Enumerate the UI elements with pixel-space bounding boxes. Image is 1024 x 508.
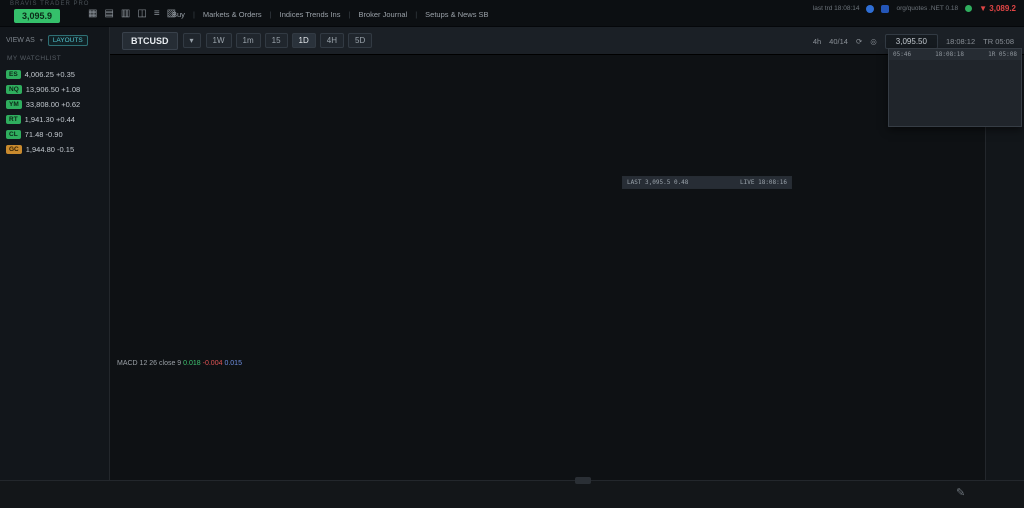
watchlist-item-label: 1,941.30 +0.44: [25, 115, 75, 124]
left-sidebar: VIEW AS ▾ LAYOUTS MY WATCHLIST ES 4,006.2…: [0, 27, 110, 508]
brand-label: BRAVIS TRADER PRO: [10, 1, 89, 7]
menu-item[interactable]: Setups & News SB: [425, 10, 488, 19]
symbol-badge: CL: [6, 130, 21, 139]
watchlist-item-label: 1,944.80 -0.15: [26, 145, 74, 154]
chart-toolbar: BTCUSD ▾ 1W 1m 15 1D 4H 5D 4h 40/14 ⟳ ◎ 3,095…: [110, 27, 1024, 55]
watchlist-item-label: 33,808.00 +0.62: [26, 100, 80, 109]
timeframe-button[interactable]: 15: [265, 33, 288, 48]
symbol-badge: NQ: [6, 85, 22, 94]
account-icon[interactable]: [881, 5, 889, 13]
symbol-badge: RT: [6, 115, 21, 124]
view-as-row: VIEW AS ▾ LAYOUTS: [6, 35, 103, 46]
price-input[interactable]: 3,095.50: [885, 34, 938, 49]
timeframe-button[interactable]: 5D: [348, 33, 372, 48]
draw-tool-icon[interactable]: ✎: [956, 486, 965, 499]
main-menu: Buy | Markets & Orders | Indices Trends Ins |…: [172, 10, 489, 19]
notification-icon[interactable]: [866, 5, 874, 13]
menu-item[interactable]: Broker Journal: [358, 10, 407, 19]
list-icon[interactable]: ≡: [154, 8, 160, 19]
rows-layout-icon[interactable]: ▤: [104, 8, 113, 19]
timeframe-button[interactable]: 1W: [206, 33, 232, 48]
dom-time: 18:08:18: [935, 51, 964, 58]
dom-panel-header: 05:46 18:08:18 1R 05:08: [889, 49, 1021, 60]
columns-layout-icon[interactable]: ▥: [121, 8, 130, 19]
ratio-label: 40/14: [829, 37, 848, 46]
clock-label: 18:08:12: [946, 37, 975, 46]
target-icon[interactable]: ◎: [870, 37, 877, 46]
account-info-list: [6, 157, 103, 171]
menu-item[interactable]: Indices Trends Ins: [280, 10, 341, 19]
menu-item[interactable]: Markets & Orders: [203, 10, 262, 19]
menu-item[interactable]: Buy: [172, 10, 185, 19]
watchlist-item-label: 4,006.25 +0.35: [25, 70, 75, 79]
timer-label: TR 05:08: [983, 37, 1014, 46]
view-as-label: VIEW AS: [6, 37, 35, 44]
top-menu-bar: BRAVIS TRADER PRO 3,095.9 ▦▤▥◫≡▧ Buy|Mar…: [0, 0, 1024, 27]
window-icon[interactable]: ◫: [137, 8, 146, 19]
last-trade-status: last trd 18:08:14: [813, 5, 860, 12]
dom-title: 05:46: [893, 51, 911, 58]
grid-layout-icon[interactable]: ▦: [88, 8, 97, 19]
menu-separator: |: [193, 10, 195, 19]
layout-icon-group: ▦▤▥◫≡▧: [88, 8, 176, 19]
chevron-down-icon[interactable]: ▾: [40, 37, 43, 44]
symbol-button[interactable]: BTCUSD: [122, 32, 178, 50]
watchlist-section-label: MY WATCHLIST: [7, 55, 103, 62]
watchlist-item-label: 71.48 -0.90: [25, 130, 63, 139]
symbol-badge: ES: [6, 70, 21, 79]
ticker-price-badge: 3,095.9: [14, 9, 60, 23]
watchlist-item[interactable]: YM 33,808.00 +0.62: [6, 97, 103, 112]
timeframe-button[interactable]: 1m: [236, 33, 261, 48]
menu-separator: |: [415, 10, 417, 19]
account-info-row: [6, 157, 103, 171]
timeframe-button[interactable]: 4H: [320, 33, 344, 48]
time-and-sales-table[interactable]: LAST 3,095.5 0.48 LIVE 18:08:16: [622, 176, 792, 189]
trading-app-window: BRAVIS TRADER PRO 3,095.9 ▦▤▥◫≡▧ Buy|Mar…: [0, 0, 1024, 508]
watchlist-item[interactable]: ES 4,006.25 +0.35: [6, 67, 103, 82]
watchlist-item[interactable]: RT 1,941.30 +0.44: [6, 112, 103, 127]
watchlist-item-label: 13,906.50 +1.08: [26, 85, 80, 94]
layouts-chip[interactable]: LAYOUTS: [48, 35, 88, 46]
quotes-net-label: org/quotes .NET 0.18: [896, 5, 958, 12]
timeframe-button[interactable]: 1D: [292, 33, 316, 48]
timeframe-group: 1W 1m 15 1D 4H 5D: [206, 33, 373, 48]
symbol-badge: GC: [6, 145, 22, 154]
dom-panel[interactable]: 05:46 18:08:18 1R 05:08: [888, 48, 1022, 127]
time-axis[interactable]: [0, 480, 1024, 508]
dom-grid: [889, 60, 1021, 64]
main-chart[interactable]: [110, 55, 985, 480]
menu-separator: |: [270, 10, 272, 19]
dom-timer: 1R 05:08: [988, 51, 1017, 58]
refresh-icon[interactable]: ⟳: [856, 37, 862, 46]
menu-separator: |: [348, 10, 350, 19]
trades-table-header: LAST 3,095.5 0.48 LIVE 18:08:16: [623, 177, 791, 188]
watchlist-item[interactable]: CL 71.48 -0.90: [6, 127, 103, 142]
watchlist-item-gold[interactable]: GC 1,944.80 -0.15: [6, 142, 103, 157]
symbol-badge: YM: [6, 100, 22, 109]
ticker-change: ▼ 3,089.2: [979, 4, 1016, 13]
topbar-right-cluster: last trd 18:08:14 org/quotes .NET 0.18 ▼…: [813, 4, 1016, 13]
macd-legend: MACD 12 26 close 9 0.018 -0.004 0.015: [117, 360, 242, 367]
scroll-to-now-button[interactable]: [575, 477, 591, 484]
watchlist-item[interactable]: NQ 13,906.50 +1.08: [6, 82, 103, 97]
session-label: 4h: [813, 37, 821, 46]
watchlist: ES 4,006.25 +0.35NQ 13,906.50 +1.08 YM 33,80…: [6, 67, 103, 157]
symbol-dropdown[interactable]: ▾: [183, 33, 201, 48]
connection-status-icon: [965, 5, 972, 12]
